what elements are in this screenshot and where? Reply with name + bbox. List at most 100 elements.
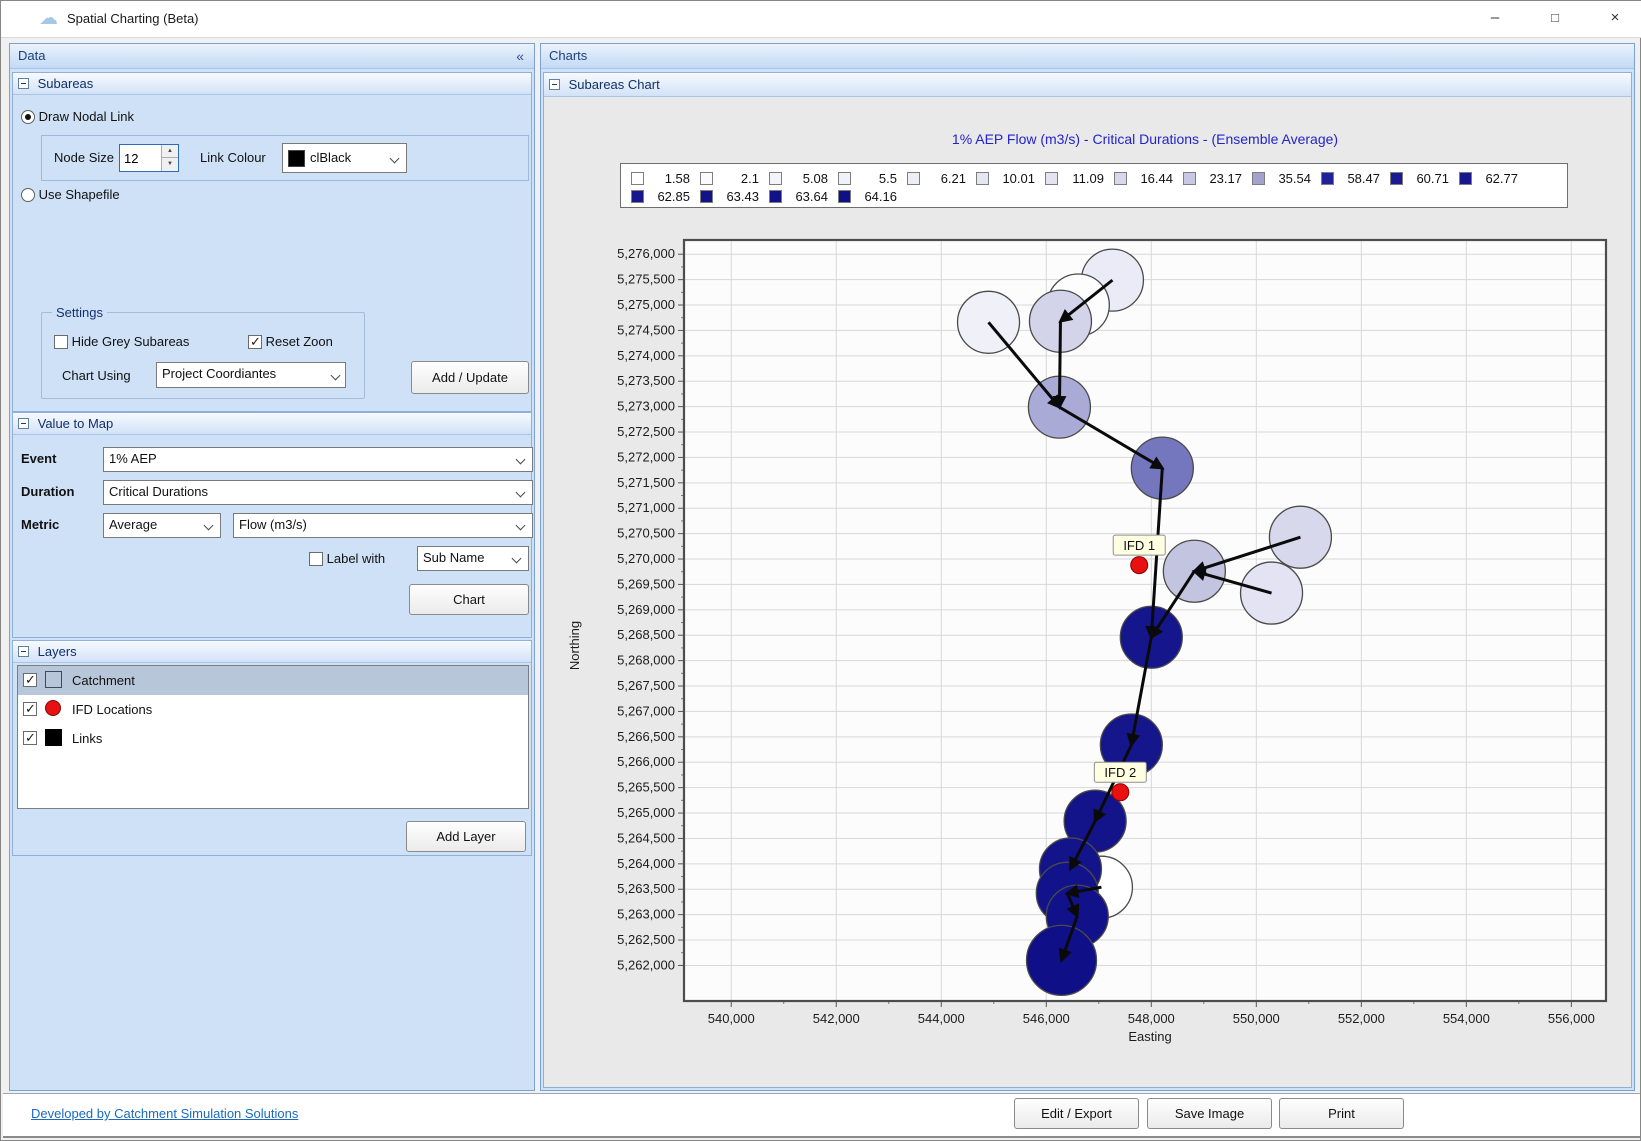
chart-plot[interactable]: 5,262,0005,262,5005,263,0005,263,5005,26… [546,97,1633,1088]
close-button[interactable]: × [1593,3,1637,33]
ifd-label: IFD 1 [1123,538,1155,553]
spin-down-icon[interactable]: ▼ [161,158,178,171]
chevron-down-icon [516,488,526,498]
link-colour-select[interactable]: clBlack [282,143,407,173]
hide-grey-subareas-checkbox[interactable] [54,335,68,349]
value-to-map-title: Value to Map [38,416,114,431]
spin-up-icon[interactable]: ▲ [161,145,178,158]
x-tick-label: 546,000 [1023,1011,1070,1026]
layer-row[interactable]: Catchment [18,666,528,695]
chevron-down-icon [516,455,526,465]
use-shapefile-radio[interactable] [21,188,35,202]
y-tick-label: 5,268,500 [617,627,675,642]
reset-zoom-checkbox[interactable] [248,335,262,349]
chart-button[interactable]: Chart [409,584,529,615]
x-tick-label: 556,000 [1548,1011,1595,1026]
metric-aggregation-select[interactable]: Average [103,513,221,538]
draw-nodal-link-radio[interactable] [21,110,35,124]
chevron-down-icon [390,154,400,164]
x-tick-label: 544,000 [918,1011,965,1026]
metric-type-value: Flow (m3/s) [239,517,307,532]
link-colour-value: clBlack [310,150,351,165]
layers-section-header[interactable]: Layers [13,641,531,663]
y-tick-label: 5,264,500 [617,830,675,845]
y-tick-label: 5,266,000 [617,754,675,769]
save-image-button[interactable]: Save Image [1147,1098,1272,1129]
hide-grey-subareas-label: Hide Grey Subareas [72,334,190,349]
label-with-select[interactable]: Sub Name [417,546,529,571]
y-tick-label: 5,275,500 [617,272,675,287]
value-to-map-header[interactable]: Value to Map [13,413,531,435]
y-tick-label: 5,266,500 [617,729,675,744]
x-tick-label: 550,000 [1233,1011,1280,1026]
collapse-box-icon[interactable] [18,78,29,89]
duration-select[interactable]: Critical Durations [103,480,533,505]
y-tick-label: 5,276,000 [617,246,675,261]
y-tick-label: 5,274,000 [617,348,675,363]
metric-label: Metric [21,517,59,532]
minimize-button[interactable]: – [1473,3,1517,33]
black-colour-swatch [288,150,305,167]
collapse-panel-icon[interactable]: « [516,44,524,68]
developer-link[interactable]: Developed by Catchment Simulation Soluti… [31,1106,298,1121]
label-with-checkbox[interactable] [309,552,323,566]
value-to-map-section: Value to Map Event 1% AEP Duration Criti… [12,412,532,638]
app-cloud-icon: ☁ [39,7,58,30]
layer-visibility-checkbox[interactable] [23,731,37,745]
collapse-box-icon[interactable] [18,646,29,657]
x-tick-label: 540,000 [708,1011,755,1026]
chevron-down-icon [204,521,214,531]
chart-using-select[interactable]: Project Coordiantes [156,362,346,388]
layer-name: IFD Locations [72,702,152,717]
y-tick-label: 5,272,500 [617,424,675,439]
layers-list: Catchment IFD Locations Links [17,665,529,809]
y-tick-label: 5,267,500 [617,678,675,693]
metric-type-select[interactable]: Flow (m3/s) [233,513,533,538]
label-with-label: Label with [327,551,386,566]
y-tick-label: 5,265,500 [617,780,675,795]
chart-body: 1% AEP Flow (m3/s) - Critical Durations … [544,97,1631,1087]
node-size-input[interactable] [120,145,162,171]
chart-link-arrow [1059,321,1060,407]
y-tick-label: 5,270,000 [617,551,675,566]
subareas-section-title: Subareas [38,76,94,91]
x-axis-title: Easting [1128,1029,1171,1044]
y-axis-title: Northing [567,621,582,670]
y-tick-label: 5,262,000 [617,957,675,972]
add-layer-button[interactable]: Add Layer [406,821,526,852]
ifd-location-marker [1112,784,1129,801]
collapse-box-icon[interactable] [18,418,29,429]
subareas-chart-title: Subareas Chart [569,77,660,92]
subareas-chart-header[interactable]: Subareas Chart [544,73,1631,97]
subareas-section-header[interactable]: Subareas [13,73,531,95]
layer-row[interactable]: IFD Locations [18,695,528,724]
node-size-label: Node Size [54,150,114,165]
maximize-button[interactable]: □ [1533,3,1577,33]
chevron-down-icon [512,554,522,564]
subareas-chart-section: Subareas Chart 1% AEP Flow (m3/s) - Crit… [543,72,1632,1088]
black-square-icon [45,729,62,746]
layers-section-title: Layers [38,644,77,659]
nodal-link-options-box: Node Size ▲ ▼ Link Colour clBlack [41,135,529,181]
print-button[interactable]: Print [1279,1098,1404,1129]
y-tick-label: 5,271,000 [617,500,675,515]
x-tick-label: 554,000 [1443,1011,1490,1026]
layer-row[interactable]: Links [18,724,528,753]
event-select[interactable]: 1% AEP [103,447,533,472]
chart-using-label: Chart Using [62,368,131,383]
y-tick-label: 5,272,000 [617,449,675,464]
ifd-label: IFD 2 [1104,765,1136,780]
y-tick-label: 5,273,000 [617,399,675,414]
collapse-box-icon[interactable] [549,79,560,90]
y-tick-label: 5,262,500 [617,932,675,947]
link-colour-label: Link Colour [200,150,266,165]
y-tick-label: 5,269,500 [617,576,675,591]
duration-value: Critical Durations [109,484,208,499]
outline-square-icon [45,671,62,688]
x-tick-label: 552,000 [1338,1011,1385,1026]
layers-section: Layers Catchment IFD Locations Links Add L… [12,640,532,856]
layer-visibility-checkbox[interactable] [23,673,37,687]
edit-export-button[interactable]: Edit / Export [1014,1098,1139,1129]
add-update-button[interactable]: Add / Update [411,361,529,394]
layer-visibility-checkbox[interactable] [23,702,37,716]
